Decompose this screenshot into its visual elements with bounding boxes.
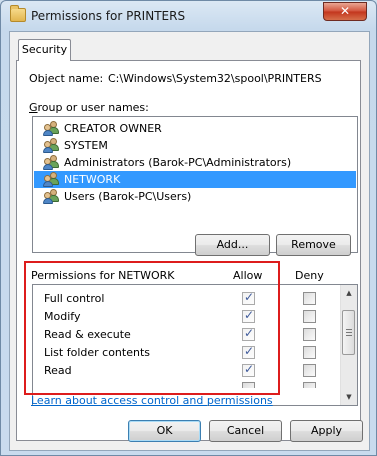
users-icon (43, 189, 60, 204)
deny-checkbox[interactable] (303, 382, 316, 388)
apply-button[interactable]: Apply (290, 420, 363, 442)
permission-label: Read & execute (44, 328, 131, 341)
list-item-label: NETWORK (64, 173, 121, 186)
deny-column-header: Deny (295, 269, 324, 282)
permission-label: Full control (44, 292, 105, 305)
add-button[interactable]: Add... (195, 234, 270, 256)
allow-checkbox[interactable] (242, 308, 255, 323)
allow-checkbox[interactable] (242, 326, 255, 341)
close-button[interactable]: ✕ (323, 2, 367, 21)
allow-checkbox[interactable] (242, 344, 255, 359)
list-item[interactable]: CREATOR OWNER (34, 120, 356, 137)
object-name-value: C:\Windows\System32\spool\PRINTERS (108, 72, 322, 85)
permission-row: Modify (33, 308, 343, 326)
ok-button[interactable]: OK (128, 420, 201, 442)
permissions-scrollbar[interactable]: ▲ ▼ (340, 285, 357, 405)
permission-label: Modify (44, 310, 81, 323)
dialog-client-area: Security Object name: C:\Windows\System3… (9, 31, 370, 451)
users-icon (43, 155, 60, 170)
permission-row: Full control (33, 290, 343, 308)
deny-checkbox[interactable] (303, 292, 316, 305)
permission-row-partial (33, 380, 343, 388)
list-item-label: CREATOR OWNER (64, 122, 162, 135)
permission-row: List folder contents (33, 344, 343, 362)
scrollbar-thumb[interactable] (342, 310, 355, 355)
object-name-label: Object name: (29, 72, 104, 85)
users-icon (43, 121, 60, 136)
allow-checkbox[interactable] (242, 290, 255, 305)
list-item-label: SYSTEM (64, 139, 108, 152)
allow-checkbox[interactable] (242, 382, 255, 388)
list-item-selected[interactable]: NETWORK (34, 171, 356, 188)
deny-checkbox[interactable] (303, 328, 316, 341)
group-user-listbox[interactable]: CREATOR OWNER SYSTEM Administrators (Bar… (32, 116, 358, 253)
list-item[interactable]: Administrators (Barok-PC\Administrators) (34, 154, 356, 171)
list-item-label: Administrators (Barok-PC\Administrators) (64, 156, 292, 169)
remove-button[interactable]: Remove (276, 234, 351, 256)
allow-checkbox[interactable] (242, 362, 255, 377)
cancel-button[interactable]: Cancel (209, 420, 282, 442)
scroll-up-arrow-icon[interactable]: ▲ (341, 285, 357, 301)
permission-label: List folder contents (44, 346, 150, 359)
list-item-label: Users (Barok-PC\Users) (64, 190, 192, 203)
permission-row: Read & execute (33, 326, 343, 344)
permissions-list[interactable]: Full control Modify Read & execute List … (32, 284, 358, 406)
users-icon (43, 172, 60, 187)
deny-checkbox[interactable] (303, 310, 316, 323)
allow-column-header: Allow (233, 269, 263, 282)
permissions-header: Permissions for NETWORK (31, 269, 175, 282)
deny-checkbox[interactable] (303, 364, 316, 377)
group-names-label: Group or user names: (29, 101, 149, 114)
folder-icon (10, 5, 26, 22)
list-item[interactable]: SYSTEM (34, 137, 356, 154)
window-title: Permissions for PRINTERS (31, 9, 186, 23)
scroll-down-arrow-icon[interactable]: ▼ (341, 389, 357, 405)
permission-label: Read (44, 364, 72, 377)
tab-security[interactable]: Security (18, 39, 71, 61)
permissions-window: Permissions for PRINTERS ✕ Security Obje… (0, 0, 377, 456)
permission-row: Read (33, 362, 343, 380)
users-icon (43, 138, 60, 153)
deny-checkbox[interactable] (303, 346, 316, 359)
access-control-help-link[interactable]: Learn about access control and permissio… (31, 394, 273, 407)
list-item[interactable]: Users (Barok-PC\Users) (34, 188, 356, 205)
title-bar[interactable]: Permissions for PRINTERS ✕ (1, 1, 376, 31)
